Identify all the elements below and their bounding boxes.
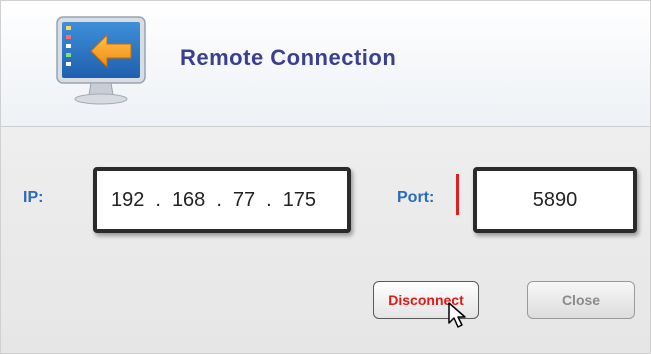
ip-octet-2: 168	[171, 188, 206, 211]
ip-separator: .	[216, 188, 222, 211]
ip-octet-1: 192	[111, 188, 145, 211]
monitor-arrow-icon	[56, 16, 146, 105]
port-input[interactable]: 5890	[473, 167, 637, 233]
dialog-body: IP: 192 . 168 . 77 . 175 Port: 5890 Disc…	[1, 127, 650, 353]
ip-octet-3: 77	[232, 188, 256, 211]
port-label: Port:	[397, 189, 435, 206]
ip-separator: .	[155, 188, 161, 211]
dialog-header: Remote Connection	[1, 1, 650, 127]
ip-separator: .	[266, 188, 272, 211]
port-value: 5890	[532, 188, 578, 211]
mouse-pointer-icon	[448, 302, 466, 328]
dialog-title: Remote Connection	[180, 45, 397, 70]
ip-octet-4: 175	[282, 188, 317, 211]
ip-label: IP:	[23, 189, 44, 206]
close-button[interactable]: Close	[527, 281, 635, 319]
text-caret	[456, 174, 459, 215]
ip-address-input[interactable]: 192 . 168 . 77 . 175	[93, 167, 351, 233]
remote-connection-dialog: Remote Connection IP: 192 . 168 . 77 . 1…	[0, 0, 651, 354]
